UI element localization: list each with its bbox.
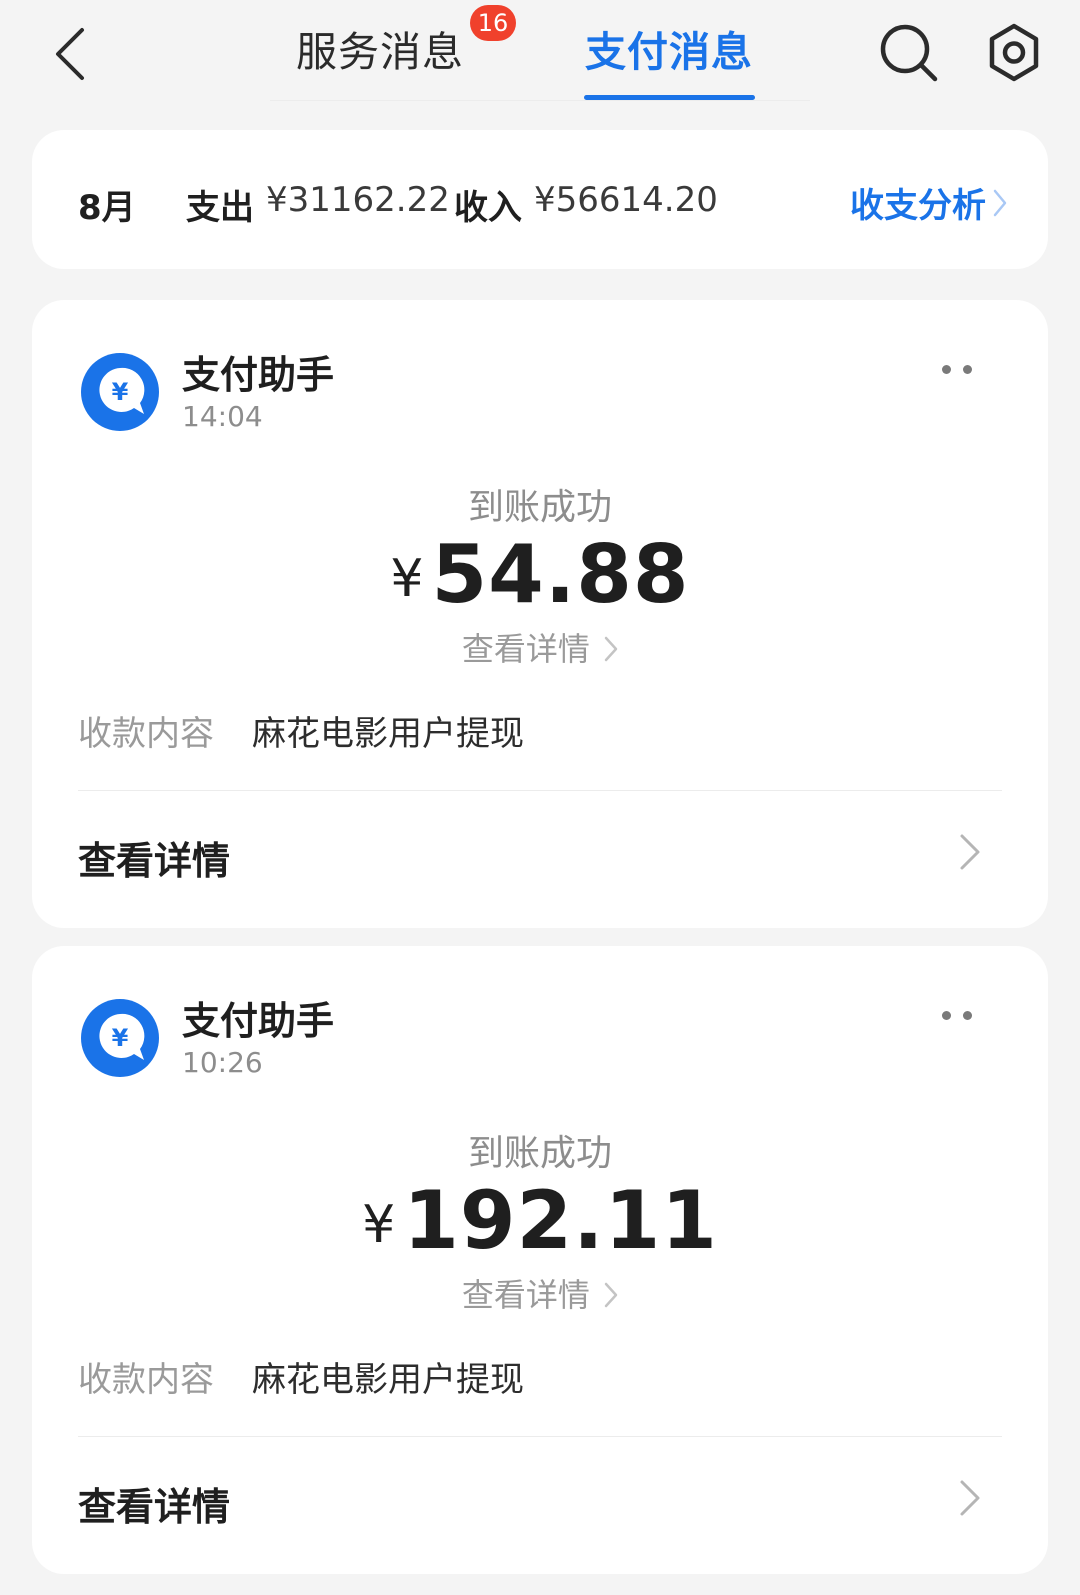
chevron-right-icon xyxy=(604,1282,618,1308)
svg-text:¥: ¥ xyxy=(112,378,129,406)
payment-assistant-avatar: ¥ xyxy=(80,998,160,1078)
expense-value: ¥31162.22 xyxy=(266,180,450,220)
view-detail-row[interactable]: 查看详情 xyxy=(78,1476,230,1531)
more-options-button[interactable] xyxy=(942,1004,972,1026)
unread-badge: 16 xyxy=(470,5,516,41)
income-value: ¥56614.20 xyxy=(534,180,718,220)
currency-symbol: ¥ xyxy=(362,1195,396,1255)
more-dots-icon xyxy=(942,364,951,374)
view-detail-row[interactable]: 查看详情 xyxy=(78,830,230,885)
sender-name: 支付助手 xyxy=(182,353,335,397)
content-value: 麻花电影用户提现 xyxy=(252,1360,524,1400)
summary-month: 8月 xyxy=(78,188,136,228)
transaction-amount: ¥54.88 xyxy=(32,528,1048,621)
divider xyxy=(78,1436,1002,1437)
content-label: 收款内容 xyxy=(78,1360,214,1400)
tab-divider xyxy=(270,100,810,101)
message-time: 14:04 xyxy=(182,400,263,433)
chevron-right-icon xyxy=(960,834,980,870)
amount-value: 192.11 xyxy=(403,1174,718,1267)
more-dots-icon xyxy=(963,1010,972,1020)
more-dots-icon xyxy=(942,1010,951,1020)
analysis-link-label: 收支分析 xyxy=(850,186,986,226)
back-button[interactable] xyxy=(40,22,100,86)
svg-text:¥: ¥ xyxy=(112,1024,129,1052)
amount-detail-label: 查看详情 xyxy=(461,630,590,668)
divider xyxy=(78,790,1002,791)
amount-value: 54.88 xyxy=(431,528,690,621)
chevron-right-icon xyxy=(604,636,618,662)
amount-detail-link[interactable]: 查看详情 xyxy=(32,1270,1048,1316)
settings-button[interactable] xyxy=(984,22,1044,84)
transaction-status: 到账成功 xyxy=(467,487,612,528)
income-label: 收入 xyxy=(454,188,522,228)
gear-icon xyxy=(989,23,1039,82)
chevron-left-icon xyxy=(56,28,84,80)
transaction-status: 到账成功 xyxy=(467,1133,612,1174)
content-value: 麻花电影用户提现 xyxy=(252,714,524,754)
payment-message-card: ¥ 支付助手 10:26 到账成功 ¥192.11 查看详情 收款内容 麻花电影… xyxy=(32,946,1048,1574)
chevron-right-icon xyxy=(993,189,1007,216)
amount-detail-label: 查看详情 xyxy=(461,1276,590,1314)
monthly-summary-card: 8月 支出 ¥31162.22 收入 ¥56614.20 收支分析 xyxy=(32,130,1048,269)
search-button[interactable] xyxy=(878,22,940,84)
income-expense-analysis-link[interactable]: 收支分析 xyxy=(850,178,1008,227)
tab-service-messages[interactable]: 服务消息 xyxy=(296,18,464,78)
transaction-amount: ¥192.11 xyxy=(32,1174,1048,1267)
message-time: 10:26 xyxy=(182,1046,263,1079)
top-nav: 服务消息 16 支付消息 xyxy=(0,0,1080,118)
yen-bubble-icon: ¥ xyxy=(81,999,159,1077)
chevron-right-icon xyxy=(960,1480,980,1516)
tab-payment-messages[interactable]: 支付消息 xyxy=(585,18,753,78)
currency-symbol: ¥ xyxy=(390,549,424,609)
search-icon xyxy=(880,24,938,82)
more-options-button[interactable] xyxy=(942,358,972,380)
more-dots-icon xyxy=(963,364,972,374)
expense-label: 支出 xyxy=(186,188,254,228)
payment-message-card: ¥ 支付助手 14:04 到账成功 ¥54.88 查看详情 收款内容 麻花电影用… xyxy=(32,300,1048,928)
amount-detail-link[interactable]: 查看详情 xyxy=(32,624,1048,670)
sender-name: 支付助手 xyxy=(182,999,335,1043)
payment-assistant-avatar: ¥ xyxy=(80,352,160,432)
content-label: 收款内容 xyxy=(78,714,214,754)
yen-bubble-icon: ¥ xyxy=(81,353,159,431)
